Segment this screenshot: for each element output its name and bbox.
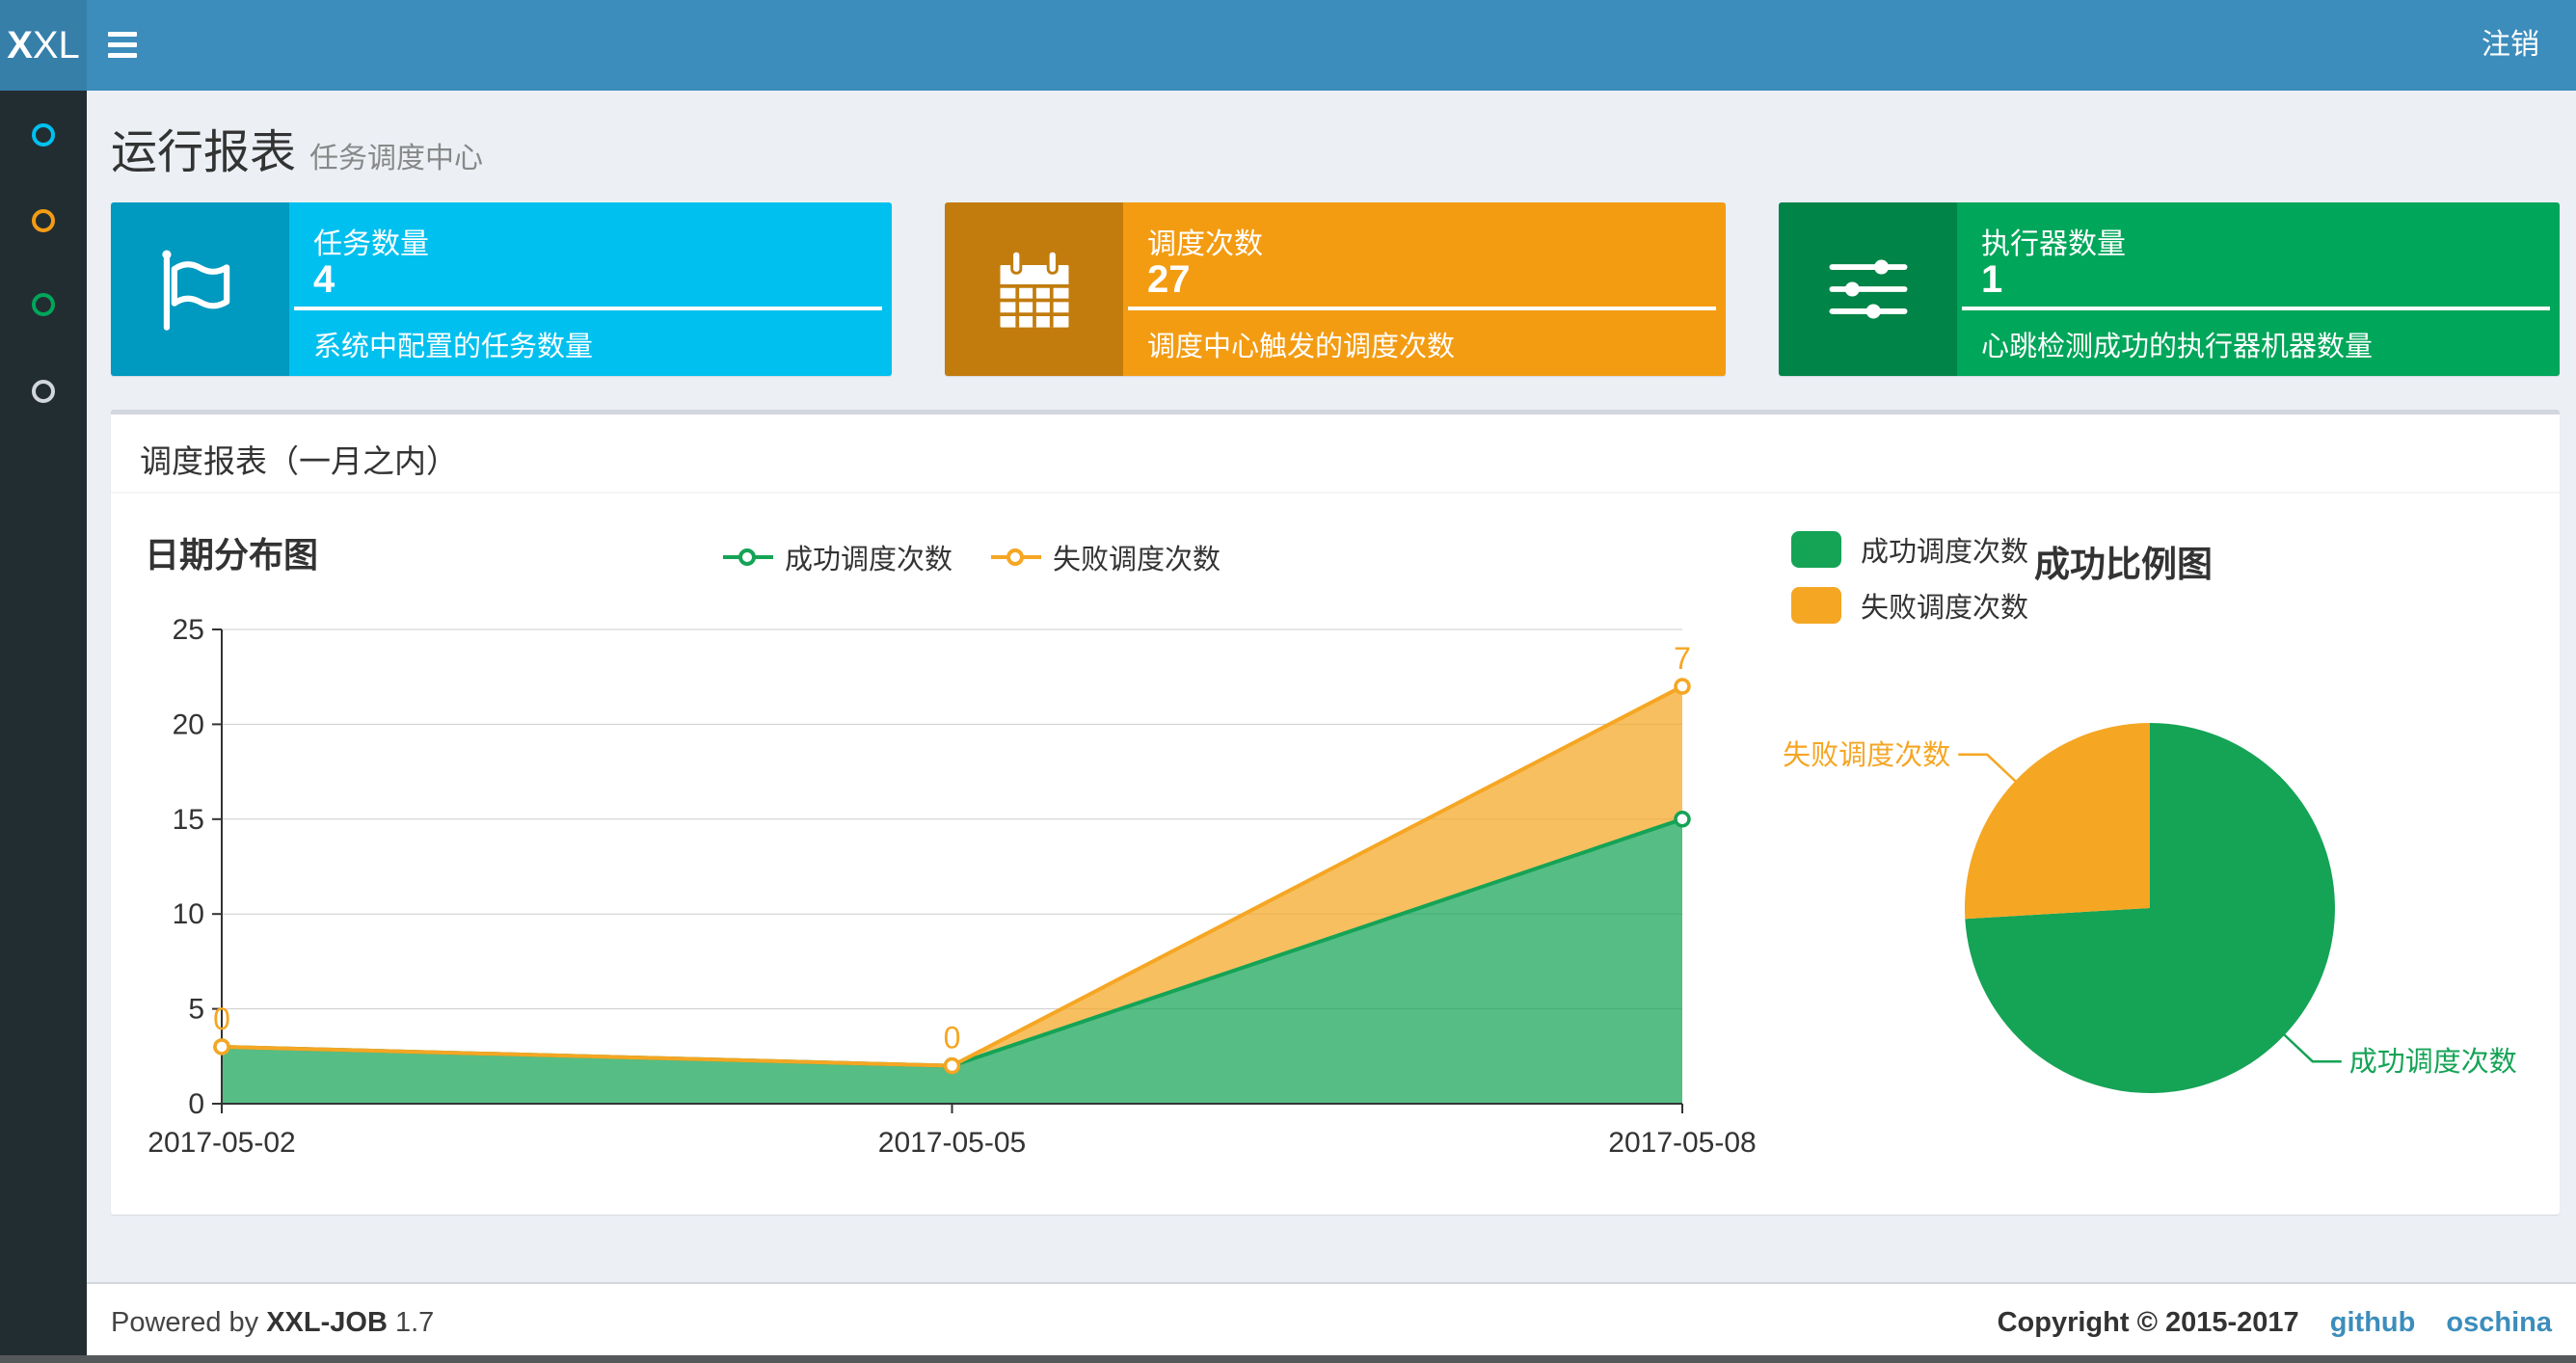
info-box-jobs: 任务数量 4 系统中配置的任务数量 [111, 202, 892, 376]
info-box-label: 执行器数量 [1981, 228, 2126, 260]
sidebar-toggle-hamburger-icon[interactable] [108, 32, 141, 59]
page-header: 运行报表 任务调度中心 [111, 114, 483, 181]
legend-line-marker [723, 548, 773, 567]
logout-link[interactable]: 注销 [2482, 0, 2539, 91]
svg-text:0: 0 [188, 1088, 204, 1120]
panel-title: 调度报表（一月之内） [140, 443, 458, 479]
oschina-link[interactable]: oschina [2446, 1307, 2552, 1338]
pie-slice-1[interactable] [1964, 723, 2150, 920]
point-fail-0[interactable] [213, 1038, 230, 1056]
date-distribution-chart: 日期分布图 成功调度次数 失败调度次数 0 5 10 15 20 25 2017… [125, 506, 1764, 1210]
svg-text:2017-05-08: 2017-05-08 [1608, 1127, 1756, 1159]
svg-text:15: 15 [173, 804, 204, 836]
info-box-label: 任务数量 [313, 228, 429, 260]
success-ratio-chart: 成功调度次数 失败调度次数 成功比例图 成功调度次数 失败调度次数 [1764, 506, 2545, 1210]
svg-text:0: 0 [213, 1002, 230, 1036]
pie-label-1: 失败调度次数 [1783, 739, 1950, 771]
svg-text:20: 20 [173, 708, 204, 740]
svg-text:7: 7 [1674, 641, 1691, 676]
line-chart-canvas[interactable]: 05101520252017-05-02 2017-05-05 2017-05-08… [125, 506, 1764, 1210]
xxl-job-dashboard: XXL 注销 运行报表 任务调度中心 任务数量 4 系统中配置的任务数量 调度次… [0, 0, 2576, 1363]
product-name: XXL-JOB [266, 1307, 388, 1338]
calendar-icon [945, 202, 1123, 376]
info-box-value: 27 [1147, 258, 1191, 301]
app-logo[interactable]: XXL [0, 0, 87, 91]
powered-by: Powered by XXL-JOB 1.7 [111, 1307, 435, 1338]
info-box-divider [1962, 307, 2550, 310]
info-box-description: 心跳检测成功的执行器机器数量 [1981, 332, 2374, 362]
info-box-description: 系统中配置的任务数量 [313, 332, 594, 362]
main-content: 运行报表 任务调度中心 任务数量 4 系统中配置的任务数量 调度次数 27 调度… [87, 91, 2576, 1363]
logo-rest: XL [32, 24, 80, 67]
legend-item-fail[interactable]: 失败调度次数 [1791, 585, 2028, 626]
info-box-description: 调度中心触发的调度次数 [1147, 332, 1456, 362]
info-box-triggers: 调度次数 27 调度中心触发的调度次数 [945, 202, 1726, 376]
legend-item-success[interactable]: 成功调度次数 [723, 537, 953, 577]
top-navbar: XXL 注销 [0, 0, 2576, 91]
panel-divider [111, 492, 2560, 494]
legend-swatch [1791, 531, 1841, 568]
sidebar-item-4-circle-icon[interactable] [32, 380, 55, 403]
sidebar [0, 91, 87, 1363]
legend-item-fail[interactable]: 失败调度次数 [991, 537, 1221, 577]
report-panel: 调度报表（一月之内） 日期分布图 成功调度次数 失败调度次数 0 5 10 15… [111, 410, 2560, 1215]
pie-chart-legend: 成功调度次数 失败调度次数 [1791, 529, 2028, 641]
point-fail-1[interactable] [943, 1056, 961, 1075]
footer: Powered by XXL-JOB 1.7 Copyright © 2015-… [87, 1282, 2576, 1363]
sliders-icon [1779, 202, 1957, 376]
product-version: 1.7 [394, 1307, 435, 1338]
point-fail-2[interactable] [1674, 678, 1691, 695]
line-chart-legend: 成功调度次数 失败调度次数 [723, 537, 1221, 577]
pie-label-0: 成功调度次数 [2349, 1046, 2517, 1078]
info-box-value: 1 [1981, 258, 2003, 301]
sidebar-item-2-circle-icon[interactable] [32, 209, 55, 232]
legend-item-success[interactable]: 成功调度次数 [1791, 529, 2028, 570]
info-box-value: 4 [313, 258, 335, 301]
window-bottom-edge [0, 1355, 2576, 1363]
page-subtitle: 任务调度中心 [309, 143, 484, 174]
github-link[interactable]: github [2330, 1307, 2416, 1338]
copyright: Copyright © 2015-2017 github oschina [1997, 1307, 2552, 1338]
info-box-executors: 执行器数量 1 心跳检测成功的执行器机器数量 [1779, 202, 2560, 376]
pie-chart-title: 成功比例图 [2034, 545, 2213, 584]
svg-text:2017-05-05: 2017-05-05 [878, 1127, 1026, 1159]
info-box-divider [1128, 307, 1716, 310]
page-title: 运行报表 [111, 127, 297, 178]
svg-text:10: 10 [173, 898, 204, 930]
sidebar-item-1-circle-icon[interactable] [32, 123, 55, 147]
svg-text:0: 0 [944, 1021, 961, 1056]
info-box-label: 调度次数 [1147, 228, 1263, 260]
line-chart-title: 日期分布图 [145, 535, 319, 575]
sidebar-item-3-circle-icon[interactable] [32, 293, 55, 316]
legend-swatch [1791, 587, 1841, 624]
legend-line-marker [991, 548, 1042, 567]
info-box-divider [294, 307, 882, 310]
svg-text:2017-05-02: 2017-05-02 [148, 1127, 295, 1159]
flag-icon [111, 202, 289, 376]
svg-text:25: 25 [173, 614, 204, 646]
svg-text:5: 5 [188, 994, 204, 1026]
point-success-2[interactable] [1674, 811, 1691, 828]
logo-bold: X [7, 24, 33, 67]
